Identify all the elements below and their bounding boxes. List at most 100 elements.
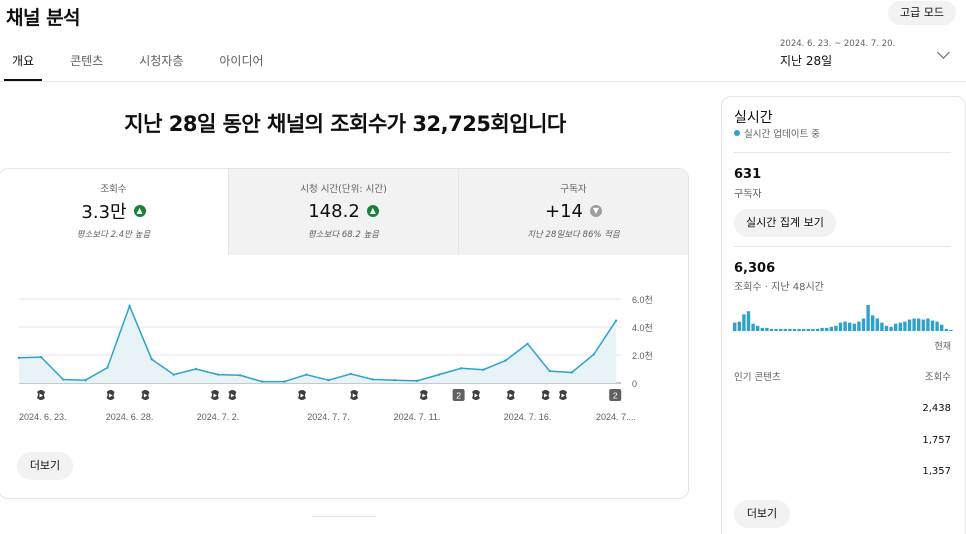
upload-count-marker[interactable]: 2: [452, 389, 465, 401]
data-point[interactable]: [482, 368, 485, 371]
hour-bar[interactable]: [880, 322, 884, 331]
hour-bar[interactable]: [940, 324, 944, 331]
data-point[interactable]: [415, 379, 419, 383]
popular-row-views[interactable]: 2,438: [922, 403, 951, 414]
hour-bar[interactable]: [843, 321, 847, 331]
data-point[interactable]: [283, 380, 286, 383]
data-point[interactable]: [592, 353, 596, 356]
short-video-marker-icon[interactable]: [141, 390, 150, 400]
data-point[interactable]: [106, 366, 109, 369]
hour-bar[interactable]: [949, 329, 953, 331]
hour-bar[interactable]: [907, 319, 912, 331]
hour-bar[interactable]: [917, 318, 921, 331]
advanced-mode-button[interactable]: 고급 모드: [888, 1, 956, 25]
hour-bar[interactable]: [737, 321, 741, 331]
hour-bar[interactable]: [866, 305, 870, 331]
hour-bar[interactable]: [903, 321, 907, 331]
short-video-marker-icon[interactable]: [228, 390, 237, 400]
hour-bar[interactable]: [788, 328, 792, 331]
short-video-marker-icon[interactable]: [419, 390, 428, 400]
hour-bar[interactable]: [926, 318, 930, 331]
hour-bar[interactable]: [802, 328, 806, 331]
hour-bar[interactable]: [848, 322, 852, 331]
data-point[interactable]: [526, 342, 529, 345]
data-point[interactable]: [349, 372, 352, 376]
data-point[interactable]: [460, 367, 463, 370]
hour-bar[interactable]: [875, 318, 879, 331]
hour-bar[interactable]: [779, 328, 783, 331]
data-point[interactable]: [39, 355, 43, 359]
hour-bar[interactable]: [861, 318, 866, 331]
data-point[interactable]: [327, 379, 330, 382]
hour-bar[interactable]: [751, 323, 755, 331]
data-point[interactable]: [194, 367, 198, 371]
short-video-marker-icon[interactable]: [506, 390, 515, 400]
data-point[interactable]: [128, 304, 131, 308]
hour-bar[interactable]: [769, 328, 774, 331]
hour-bar[interactable]: [806, 328, 810, 331]
hour-bar[interactable]: [834, 325, 838, 331]
data-point[interactable]: [614, 319, 618, 322]
tab-ideas[interactable]: 아이디어: [219, 52, 263, 81]
tab-overview[interactable]: 개요: [4, 52, 43, 81]
popular-row-views[interactable]: 1,357: [922, 466, 951, 477]
data-point[interactable]: [17, 356, 21, 359]
hour-bar[interactable]: [774, 328, 778, 331]
hour-bar[interactable]: [912, 318, 916, 331]
hour-bar[interactable]: [935, 321, 939, 331]
data-point[interactable]: [305, 373, 308, 376]
date-range-picker[interactable]: 2024. 6. 23. ~ 2024. 7. 20. 지난 28일: [780, 39, 895, 69]
hour-bar[interactable]: [944, 328, 948, 331]
upload-count-marker[interactable]: 2: [609, 389, 622, 401]
hour-bar[interactable]: [825, 327, 829, 331]
hour-bar[interactable]: [797, 328, 801, 331]
metric-watch-time[interactable]: 시청 시간(단위: 시간) 148.2 ▲ 평소보다 68.2 높음: [228, 169, 458, 255]
hour-bar[interactable]: [742, 314, 746, 331]
data-point[interactable]: [548, 369, 551, 373]
data-point[interactable]: [393, 379, 397, 382]
data-point[interactable]: [504, 359, 507, 362]
realtime-stats-button[interactable]: 실시간 집계 보기: [734, 209, 836, 237]
hour-bar[interactable]: [871, 315, 875, 331]
data-point[interactable]: [261, 380, 264, 383]
hour-bar[interactable]: [760, 327, 764, 331]
data-point[interactable]: [371, 378, 374, 381]
hour-bar[interactable]: [765, 327, 769, 331]
hour-bar[interactable]: [746, 311, 751, 331]
hour-bar[interactable]: [756, 325, 760, 331]
hour-bar[interactable]: [852, 323, 856, 331]
hour-bar[interactable]: [930, 320, 935, 331]
more-button[interactable]: 더보기: [734, 500, 790, 528]
hour-bar[interactable]: [811, 328, 815, 331]
more-button[interactable]: 더보기: [17, 452, 73, 480]
hour-bar[interactable]: [838, 322, 843, 331]
hour-bar[interactable]: [894, 323, 898, 331]
hour-bar[interactable]: [884, 325, 889, 331]
data-point[interactable]: [62, 378, 65, 381]
metric-subscribers[interactable]: 구독자 +14 ▼ 지난 28일보다 86% 적음: [458, 169, 688, 255]
short-video-marker-icon[interactable]: [541, 390, 550, 400]
tab-content[interactable]: 콘텐츠: [70, 52, 103, 81]
hour-bar[interactable]: [820, 327, 824, 331]
data-point[interactable]: [437, 373, 441, 376]
hour-bar[interactable]: [783, 328, 787, 331]
chevron-down-icon[interactable]: [937, 46, 950, 59]
metric-views[interactable]: 조회수 3.3만 ▲ 평소보다 2.4만 높음: [0, 169, 228, 255]
hour-bar[interactable]: [829, 326, 833, 331]
short-video-marker-icon[interactable]: [106, 390, 115, 400]
data-point[interactable]: [570, 371, 573, 374]
data-point[interactable]: [84, 379, 87, 382]
tab-audience[interactable]: 시청자층: [139, 52, 183, 81]
short-video-marker-icon[interactable]: [211, 390, 219, 400]
data-point[interactable]: [150, 358, 153, 361]
hour-bar[interactable]: [792, 328, 797, 331]
data-point[interactable]: [216, 373, 220, 376]
hour-bar[interactable]: [857, 321, 861, 331]
short-video-marker-icon[interactable]: [350, 390, 359, 400]
hour-bar[interactable]: [815, 328, 820, 331]
data-point[interactable]: [238, 374, 242, 377]
hour-bar[interactable]: [733, 322, 737, 331]
hour-bar[interactable]: [898, 322, 902, 331]
short-video-marker-icon[interactable]: [298, 390, 306, 400]
short-video-marker-icon[interactable]: [472, 390, 480, 400]
